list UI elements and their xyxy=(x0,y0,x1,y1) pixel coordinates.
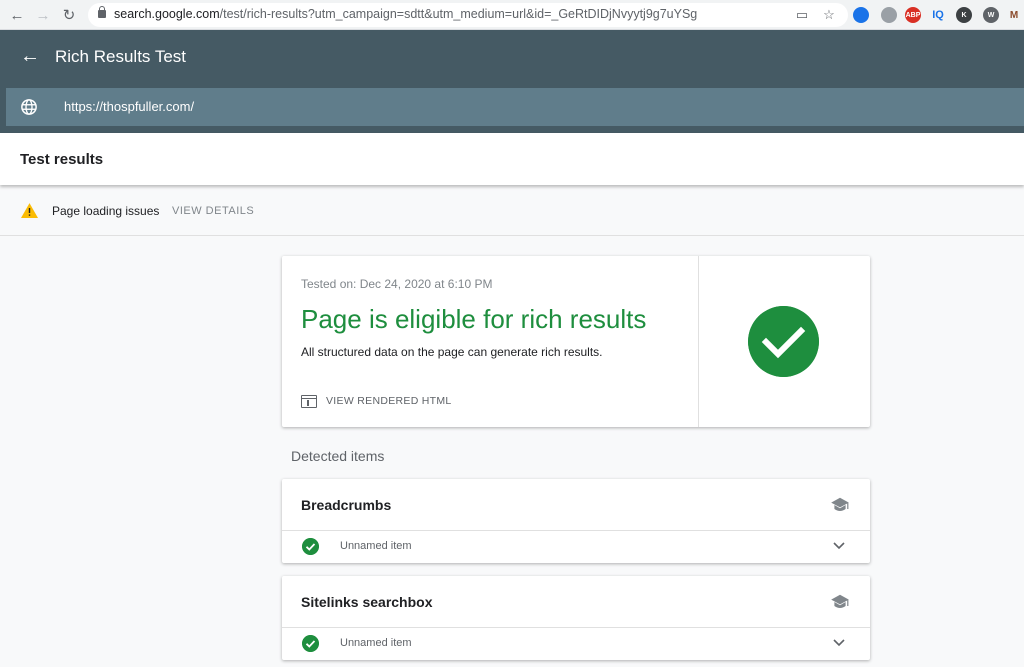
summary-card: Tested on: Dec 24, 2020 at 6:10 PM Page … xyxy=(282,256,870,427)
detected-item-title: Breadcrumbs xyxy=(301,497,392,513)
learn-more-cap-icon[interactable] xyxy=(830,497,850,513)
chevron-down-icon[interactable] xyxy=(832,637,846,649)
item-divider xyxy=(282,627,870,628)
unnamed-item-row[interactable]: Unnamed item xyxy=(340,540,412,552)
tested-url-value: https://thospfuller.com/ xyxy=(64,99,195,114)
valid-check-icon xyxy=(302,635,319,652)
card-divider xyxy=(698,256,699,427)
item-divider xyxy=(282,530,870,531)
detected-item-title: Sitelinks searchbox xyxy=(301,594,433,610)
valid-check-icon xyxy=(302,538,319,555)
detected-item-card-sitelinks-searchbox: Sitelinks searchbox Unnamed item xyxy=(282,576,870,660)
test-results-bar: Test results xyxy=(0,133,1024,185)
wordpress-extension-icon[interactable]: W xyxy=(983,7,999,23)
page-loading-warning: Page loading issues VIEW DETAILS xyxy=(0,188,1024,236)
browser-forward-icon[interactable]: → xyxy=(32,4,54,26)
globe-icon xyxy=(21,99,37,115)
browser-reload-icon[interactable]: ↻ xyxy=(58,4,80,26)
chevron-down-icon[interactable] xyxy=(832,540,846,552)
adblock-extension-icon[interactable]: ABP xyxy=(905,7,921,23)
cast-icon[interactable]: ▭ xyxy=(793,6,811,24)
detected-items-heading: Detected items xyxy=(291,448,385,464)
address-bar[interactable]: search.google.com/test/rich-results?utm_… xyxy=(88,3,848,27)
page-title: Rich Results Test xyxy=(55,47,187,66)
address-bar-url: search.google.com/test/rich-results?utm_… xyxy=(114,7,698,21)
browser-back-icon[interactable]: ← xyxy=(6,4,28,26)
iq-extension-icon[interactable]: IQ xyxy=(930,7,946,23)
bookmark-star-icon[interactable]: ☆ xyxy=(820,6,838,24)
app-header: ← Rich Results Test https://thospfuller.… xyxy=(0,30,1024,133)
eligibility-status: Page is eligible for rich results xyxy=(301,304,647,334)
browser-window-icon xyxy=(301,394,317,408)
learn-more-cap-icon[interactable] xyxy=(830,594,850,610)
tested-on-timestamp: Tested on: Dec 24, 2020 at 6:10 PM xyxy=(301,277,493,291)
translate-extension-icon[interactable] xyxy=(881,7,897,23)
k-extension-icon[interactable]: K xyxy=(956,7,972,23)
view-rendered-html-button[interactable]: VIEW RENDERED HTML xyxy=(301,392,452,410)
warning-icon xyxy=(21,203,38,218)
success-check-icon xyxy=(748,306,819,377)
test-results-heading: Test results xyxy=(20,151,104,168)
detected-item-card-breadcrumbs: Breadcrumbs Unnamed item xyxy=(282,479,870,563)
warning-text: Page loading issues xyxy=(52,204,160,218)
m-extension-icon[interactable]: M xyxy=(1006,7,1022,23)
eligibility-description: All structured data on the page can gene… xyxy=(301,345,603,359)
view-details-link[interactable]: VIEW DETAILS xyxy=(172,205,254,217)
chat-extension-icon[interactable] xyxy=(853,7,869,23)
unnamed-item-row[interactable]: Unnamed item xyxy=(340,637,412,649)
back-arrow-icon[interactable]: ← xyxy=(18,44,42,68)
browser-toolbar: ← → ↻ search.google.com/test/rich-result… xyxy=(0,0,1024,30)
lock-icon xyxy=(98,6,106,18)
view-rendered-html-label: VIEW RENDERED HTML xyxy=(326,395,452,407)
tested-url-field[interactable]: https://thospfuller.com/ xyxy=(6,88,1024,126)
